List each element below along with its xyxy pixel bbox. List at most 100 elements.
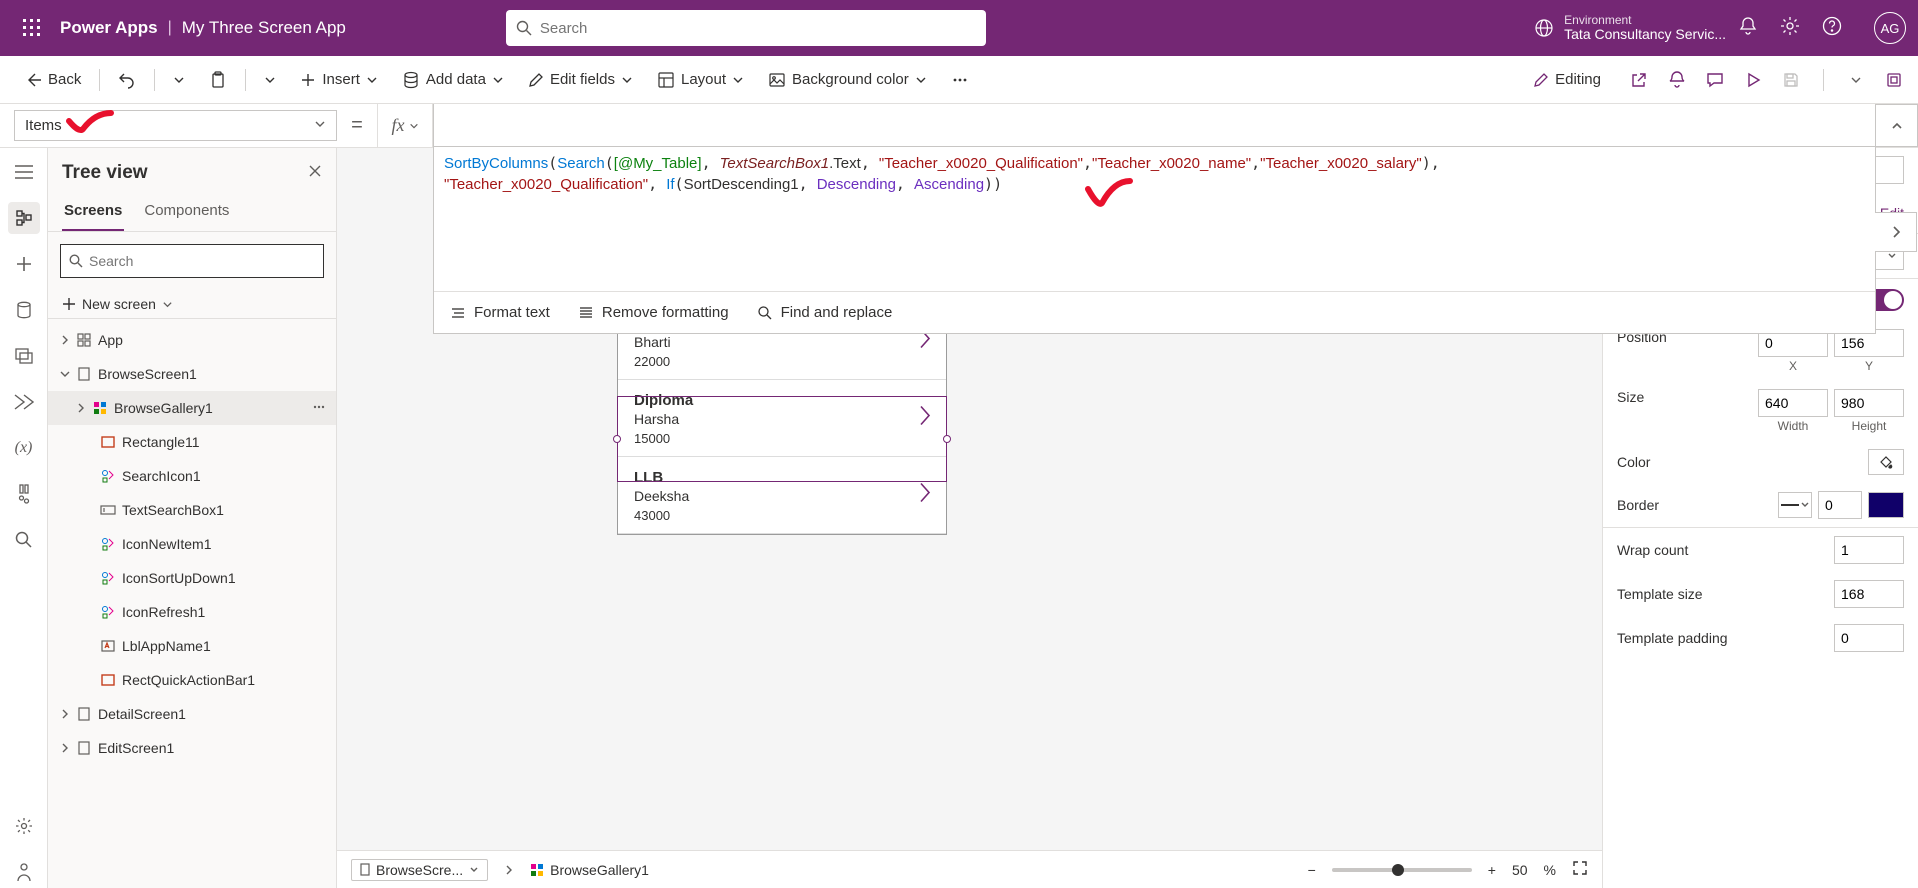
comments-icon[interactable] — [1705, 70, 1725, 90]
global-search-input[interactable] — [540, 20, 976, 37]
tree-detailscreen[interactable]: DetailScreen1 — [48, 697, 336, 731]
gallery-value: 15000 — [634, 431, 930, 446]
help-icon[interactable] — [1822, 16, 1842, 41]
fit-to-screen-icon[interactable] — [1572, 860, 1588, 879]
data-rail-icon[interactable] — [8, 294, 40, 326]
border-color-swatch[interactable] — [1868, 492, 1904, 518]
insert-rail-icon[interactable] — [8, 248, 40, 280]
undo-button[interactable] — [108, 65, 146, 95]
tree-textsearchbox[interactable]: TextSearchBox1 — [48, 493, 336, 527]
publish-icon[interactable] — [1884, 70, 1904, 90]
more-icon[interactable] — [312, 400, 326, 417]
layout-button[interactable]: Layout — [647, 65, 754, 95]
color-picker[interactable] — [1868, 449, 1904, 475]
tree-browsescreen[interactable]: BrowseScreen1 — [48, 357, 336, 391]
hamburger-icon[interactable] — [8, 156, 40, 188]
tree-view-icon[interactable] — [8, 202, 40, 234]
tree-browsegallery[interactable]: BrowseGallery1 — [48, 391, 336, 425]
undo-chevron[interactable] — [163, 68, 195, 92]
width-input[interactable] — [1758, 389, 1828, 417]
gallery-icon — [92, 400, 108, 416]
format-text-button[interactable]: Format text — [450, 302, 550, 323]
zoom-out-icon[interactable]: − — [1308, 862, 1316, 878]
more-button[interactable] — [941, 65, 979, 95]
tree-search[interactable] — [60, 244, 324, 278]
gallery-title: Diploma — [634, 392, 930, 409]
chevron-right-icon[interactable] — [918, 405, 932, 432]
left-rail: (x) — [0, 148, 48, 888]
tree-rectangle[interactable]: Rectangle11 — [48, 425, 336, 459]
tree-search-input[interactable] — [89, 253, 315, 269]
tab-screens[interactable]: Screens — [62, 196, 124, 231]
equals-sign: = — [337, 104, 377, 147]
save-icon[interactable] — [1781, 70, 1801, 90]
environment-picker[interactable]: Environment Tata Consultancy Servic... — [1534, 14, 1726, 43]
tree-view-panel: Tree view Screens Components New screen … — [48, 148, 337, 888]
close-icon[interactable] — [308, 162, 322, 184]
insert-button[interactable]: Insert — [290, 65, 388, 94]
waffle-icon[interactable] — [12, 19, 52, 37]
formula-expand-right[interactable] — [1875, 212, 1917, 252]
product-name[interactable]: Power Apps — [60, 18, 158, 38]
save-chevron[interactable] — [1846, 70, 1866, 90]
tree-editscreen[interactable]: EditScreen1 — [48, 731, 336, 765]
share-icon[interactable] — [1629, 70, 1649, 90]
gallery-item[interactable]: Diploma Harsha 15000 — [618, 380, 946, 457]
wrap-count-input[interactable] — [1834, 536, 1904, 564]
back-button[interactable]: Back — [14, 65, 91, 95]
formula-collapse-button[interactable] — [1876, 104, 1918, 147]
remove-formatting-button[interactable]: Remove formatting — [578, 302, 729, 323]
chevron-right-icon[interactable] — [918, 482, 932, 509]
edit-fields-button[interactable]: Edit fields — [518, 65, 643, 94]
settings-rail-icon[interactable] — [8, 810, 40, 842]
virtual-agent-icon[interactable] — [8, 856, 40, 888]
tab-components[interactable]: Components — [142, 196, 231, 231]
icons-group-icon — [100, 468, 116, 484]
formula-expanded[interactable]: SortByColumns(Search([@My_Table], TextSe… — [433, 147, 1876, 334]
app-checker-icon[interactable] — [1667, 70, 1687, 90]
zoom-slider[interactable] — [1332, 868, 1472, 872]
user-avatar[interactable]: AG — [1874, 12, 1906, 44]
variables-rail-icon[interactable]: (x) — [8, 432, 40, 464]
fx-label[interactable]: fx — [377, 104, 433, 147]
tree-iconsort[interactable]: IconSortUpDown1 — [48, 561, 336, 595]
formula-input[interactable] — [433, 104, 1876, 147]
new-screen-button[interactable]: New screen — [48, 290, 336, 318]
breadcrumb-screen[interactable]: BrowseScre... — [351, 859, 488, 881]
breadcrumb-gallery[interactable]: BrowseGallery1 — [530, 862, 649, 878]
zoom-in-icon[interactable]: + — [1488, 862, 1496, 878]
paste-chevron[interactable] — [254, 68, 286, 92]
property-selector[interactable]: Items — [14, 110, 337, 141]
search-rail-icon[interactable] — [8, 524, 40, 556]
tree-rectquick[interactable]: RectQuickActionBar1 — [48, 663, 336, 697]
find-replace-button[interactable]: Find and replace — [757, 302, 893, 323]
tree-app[interactable]: App — [48, 323, 336, 357]
border-width-input[interactable] — [1818, 491, 1862, 519]
tree-lblapp[interactable]: LblAppName1 — [48, 629, 336, 663]
search-icon — [69, 254, 83, 268]
power-automate-rail-icon[interactable] — [8, 386, 40, 418]
selection-handle[interactable] — [613, 435, 621, 443]
add-data-button[interactable]: Add data — [392, 65, 514, 95]
tree-searchicon[interactable]: SearchIcon1 — [48, 459, 336, 493]
template-padding-input[interactable] — [1834, 624, 1904, 652]
settings-icon[interactable] — [1780, 16, 1800, 41]
app-name[interactable]: My Three Screen App — [182, 18, 346, 38]
tree-iconrefresh[interactable]: IconRefresh1 — [48, 595, 336, 629]
border-style-select[interactable] — [1778, 492, 1812, 518]
notifications-icon[interactable] — [1738, 16, 1758, 41]
advanced-tools-icon[interactable] — [8, 478, 40, 510]
preview-icon[interactable] — [1743, 70, 1763, 90]
pencil-icon — [1533, 72, 1549, 88]
paste-button[interactable] — [199, 65, 237, 95]
template-size-input[interactable] — [1834, 580, 1904, 608]
global-search[interactable] — [506, 10, 986, 46]
selection-handle[interactable] — [943, 435, 951, 443]
editing-mode[interactable]: Editing — [1523, 65, 1611, 94]
tree-iconnew[interactable]: IconNewItem1 — [48, 527, 336, 561]
background-color-button[interactable]: Background color — [758, 65, 937, 95]
height-input[interactable] — [1834, 389, 1904, 417]
gallery-item[interactable]: LLB Deeksha 43000 — [618, 457, 946, 534]
media-rail-icon[interactable] — [8, 340, 40, 372]
pencil-icon — [528, 72, 544, 88]
